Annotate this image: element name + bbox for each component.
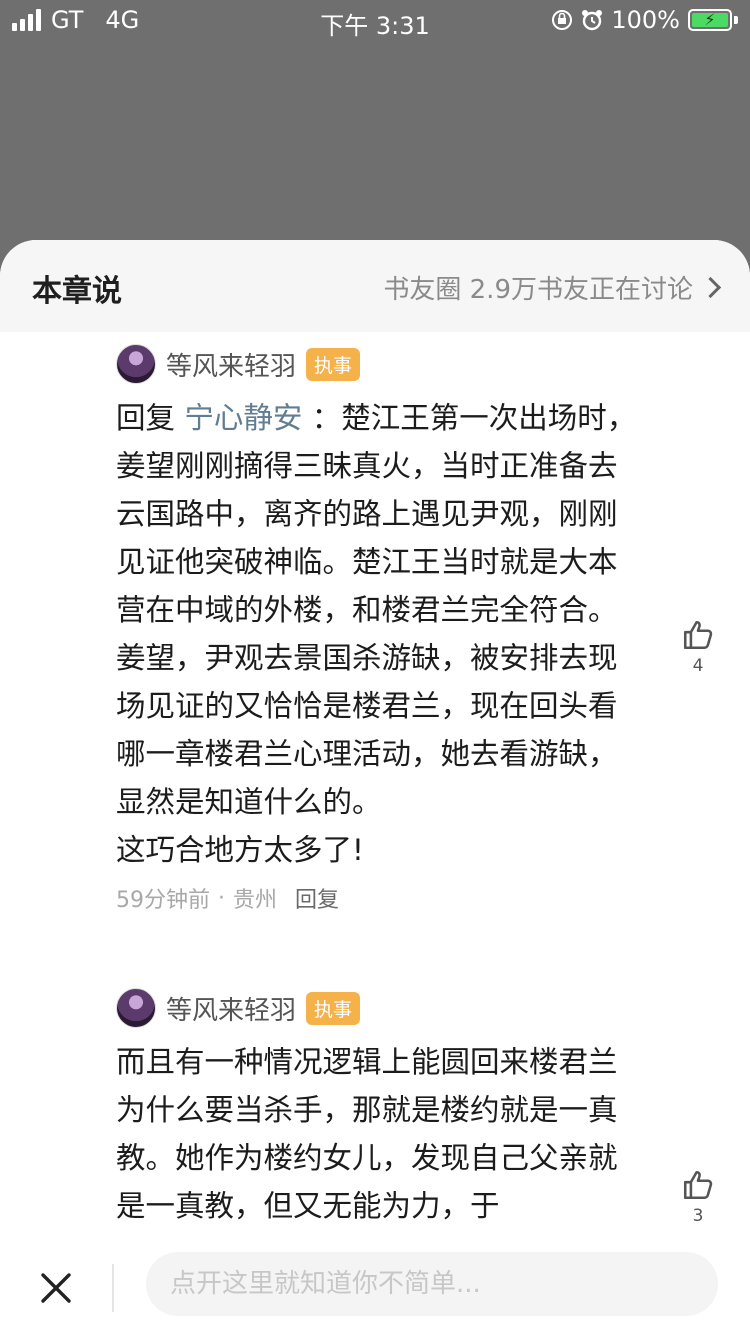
sheet-header: 本章说 书友圈 2.9万书友正在讨论 [0,240,750,332]
comment-input[interactable] [146,1252,718,1316]
chevron-right-icon [699,276,722,299]
username[interactable]: 等风来轻羽 [166,346,296,383]
role-badge: 执事 [306,347,361,381]
alarm-icon [582,10,603,31]
comment-meta: 59分钟前 · 贵州 回复 [116,882,646,914]
divider [112,1264,114,1312]
sheet-title: 本章说 [32,274,122,309]
comment-text: 回复 宁心静安 ：楚江王第一次出场时，姜望刚刚摘得三昧真火，当时正准备去云国路中… [116,394,646,874]
comment-item: 等风来轻羽 执事 而且有一种情况逻辑上能圆回来楼君兰为什么要当杀手，那就是楼约就… [116,988,646,1230]
avatar[interactable] [116,344,156,384]
orientation-lock-icon [552,10,573,30]
reply-target-user[interactable]: 宁心静安 [184,401,302,435]
comment-location: 贵州 [233,888,278,913]
reply-button[interactable]: 回复 [295,882,339,914]
comment-item: 等风来轻羽 执事 回复 宁心静安 ：楚江王第一次出场时，姜望刚刚摘得三昧真火，当… [116,344,646,914]
thumbs-up-icon [683,620,713,650]
like-count: 3 [692,1206,704,1226]
thumbs-up-icon [683,1170,713,1200]
status-bar: GT 4G 下午 3:31 100% ⚡ [0,0,750,40]
close-icon[interactable] [38,1270,74,1306]
role-badge: 执事 [306,991,361,1025]
battery-percent: 100% [611,6,680,34]
battery-tip [734,16,738,24]
comment-time: 59分钟前 [116,888,210,913]
chapter-comments-sheet: 本章说 书友圈 2.9万书友正在讨论 等风来轻羽 执事 回复 宁心静安 ：楚江王… [0,240,750,1334]
comment-body: 而且有一种情况逻辑上能圆回来楼君兰为什么要当杀手，那就是楼约就是一真教。她作为楼… [116,1045,618,1223]
like-button[interactable]: 3 [678,1168,718,1226]
comment-input-bar [0,1240,750,1334]
reply-prefix: 回复 [116,401,176,435]
like-count: 4 [692,656,704,676]
username[interactable]: 等风来轻羽 [166,990,296,1027]
book-circle-label: 书友圈 2.9万书友正在讨论 [383,275,693,305]
battery-icon: ⚡ [688,9,732,31]
like-button[interactable]: 4 [678,618,718,676]
comment-body: ：楚江王第一次出场时，姜望刚刚摘得三昧真火，当时正准备去云国路中，离齐的路上遇见… [116,401,637,867]
book-circle-link[interactable]: 书友圈 2.9万书友正在讨论 [383,269,722,306]
avatar[interactable] [116,988,156,1028]
